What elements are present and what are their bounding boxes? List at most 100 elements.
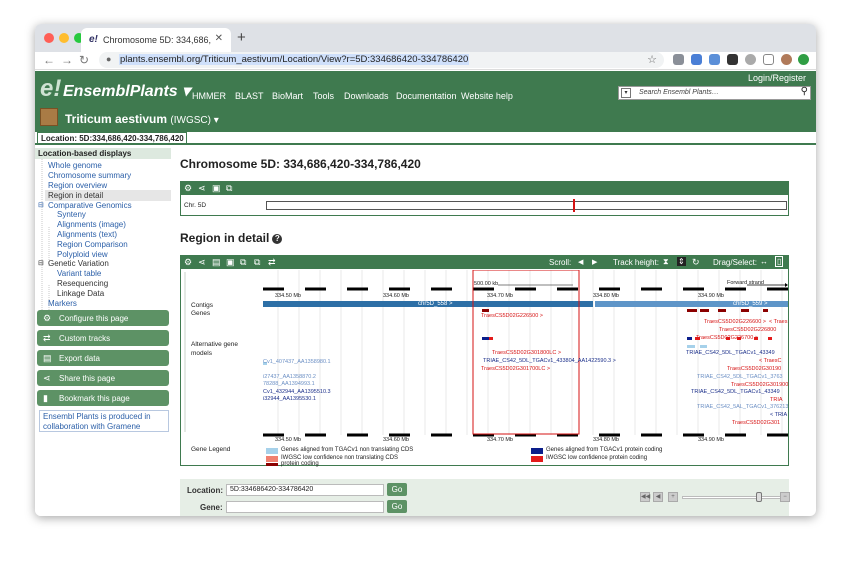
url-text[interactable]: plants.ensembl.org/Triticum_aestivum/Loc… (119, 54, 470, 65)
share-icon[interactable]: ⋖ (198, 257, 206, 268)
new-tab-button[interactable]: + (237, 29, 246, 46)
chromosome-ideogram[interactable] (266, 201, 787, 210)
gene-label[interactable]: TraesCS5D02G301900 (731, 382, 788, 388)
avatar[interactable] (781, 54, 792, 65)
site-search-input[interactable]: ▾ Search Ensembl Plants… ⚲ (618, 86, 811, 100)
sidebar-item-whole-genome[interactable]: Whole genome (48, 161, 102, 170)
location-input[interactable]: 5D:334686420-334786420 (226, 484, 384, 496)
gear-icon[interactable]: ⚙ (184, 257, 192, 268)
gene-label[interactable]: TraesCS5D02G226500 > (481, 313, 543, 319)
zoom-slider-track[interactable] (682, 496, 786, 499)
shield-icon[interactable] (727, 54, 738, 65)
collapse-icon[interactable]: ⊟ (38, 259, 44, 267)
gene-label[interactable]: Cv1_432944_AA1395510.3 (263, 389, 331, 395)
sidebar-item-synteny[interactable]: Synteny (57, 210, 86, 219)
close-tab-icon[interactable]: ✕ (215, 33, 223, 44)
gene-label[interactable]: TraesCS5D02G301800LC > (492, 350, 561, 356)
login-register-link[interactable]: Login/Register (748, 73, 806, 83)
zoom-slider-handle[interactable] (756, 492, 762, 502)
image-export-icon[interactable]: ▣ (212, 183, 221, 194)
jump-start-icon[interactable]: ◀◀ (640, 492, 650, 502)
gene-label[interactable]: i32944_AA1395530.1 (263, 396, 316, 402)
sidebar-item-region-in-detail[interactable]: Region in detail (45, 190, 171, 201)
close-window-button[interactable] (44, 33, 54, 43)
contig-left-label[interactable]: chr5D_558 > (418, 301, 453, 307)
extension-circle-icon[interactable] (745, 54, 756, 65)
gene-label[interactable]: i27437_AA1358870.2 (263, 374, 316, 380)
nav-hmmer[interactable]: HMMER (192, 91, 226, 101)
search-species-dropdown-icon[interactable]: ▾ (621, 88, 631, 98)
gene-go-button[interactable]: Go (387, 500, 407, 513)
back-button[interactable]: ← (43, 53, 55, 67)
nav-tools[interactable]: Tools (313, 91, 334, 101)
minimize-window-button[interactable] (59, 33, 69, 43)
help-icon[interactable]: ? (272, 233, 283, 244)
extension-arrow-icon[interactable] (709, 54, 720, 65)
step-back-icon[interactable]: ◀ (653, 492, 663, 502)
gramene-note-link[interactable]: Ensembl Plants is produced in collaborat… (39, 410, 169, 432)
extension-icon[interactable] (673, 54, 684, 65)
bookmark-page-button[interactable]: ▮ Bookmark this page (37, 390, 169, 406)
species-title[interactable]: Triticum aestivum (IWGSC) ▾ (65, 112, 219, 126)
nav-biomart[interactable]: BioMart (272, 91, 303, 101)
site-logo-text[interactable]: EnsemblPlants ▾ (63, 81, 190, 101)
gene-label[interactable]: < TraesC (759, 358, 781, 364)
nav-website-help[interactable]: Website help (461, 91, 513, 101)
gene-input[interactable] (226, 501, 384, 513)
gene-label[interactable]: TraesCS5D02G30190 (727, 366, 781, 372)
track-height-auto-icon[interactable]: ⧗ (663, 257, 669, 267)
export-icon[interactable]: ▤ (212, 257, 221, 268)
collapse-icon[interactable]: ⊟ (38, 201, 44, 209)
search-icon[interactable]: ⚲ (801, 86, 808, 97)
sidebar-item-markers[interactable]: Markers (48, 299, 77, 308)
zoom-in-icon[interactable]: + (668, 492, 678, 502)
gene-label[interactable]: TRIAE_CS42_5DL_TGACv1_3763 (697, 374, 783, 380)
gene-label[interactable]: TraesCS5D02G226800 (719, 327, 776, 333)
contig-right-label[interactable]: chr5D_559 > (733, 301, 768, 307)
sidebar-item-genetic-variation[interactable]: Genetic Variation (48, 259, 109, 268)
reload-button[interactable]: ↻ (79, 53, 89, 67)
gene-label[interactable]: Cv1_407437_AA1358980.1 (263, 359, 331, 365)
tracks-icon[interactable]: ⧉ (240, 257, 246, 268)
gene-label[interactable]: TRIAE_CS42_5AL_TGACv1_376213 (697, 404, 788, 410)
share-page-button[interactable]: ⋖ Share this page (37, 370, 169, 386)
update-icon[interactable] (798, 54, 809, 65)
sidebar-item-comparative-genomics[interactable]: Comparative Genomics (48, 201, 132, 210)
nav-blast[interactable]: BLAST (235, 91, 264, 101)
gene-label[interactable]: < TRIA (770, 412, 787, 418)
extension-box-icon[interactable] (763, 54, 774, 65)
scroll-left-icon[interactable]: ◀ (578, 258, 583, 266)
tracks-icon[interactable]: ⧉ (226, 183, 232, 194)
address-bar[interactable]: ● plants.ensembl.org/Triticum_aestivum/L… (99, 52, 664, 68)
custom-tracks-button[interactable]: ⇄ Custom tracks (37, 330, 169, 346)
location-go-button[interactable]: Go (387, 483, 407, 496)
image-export-icon[interactable]: ▣ (226, 257, 235, 268)
ensembl-logo-icon[interactable]: e! (40, 75, 61, 103)
scroll-right-icon[interactable]: ▶ (592, 258, 597, 266)
gene-label[interactable]: TRIAE_CS42_5DL_TGACv1_433804_AA1422590.3… (483, 358, 616, 364)
reset-icon[interactable]: ↻ (692, 257, 700, 268)
sidebar-item-variant-table[interactable]: Variant table (57, 269, 101, 278)
sidebar-item-region-overview[interactable]: Region overview (48, 181, 107, 190)
browser-tab[interactable]: e! Chromosome 5D: 334,686,420-334,786,42… (81, 28, 231, 52)
share-icon[interactable]: ⋖ (198, 183, 206, 194)
gene-label[interactable]: TRIAE_CS42_5DL_TGACv1_43349 (691, 389, 780, 395)
sidebar-item-chromosome-summary[interactable]: Chromosome summary (48, 171, 131, 180)
sidebar-item-polyploid-view[interactable]: Polyploid view (57, 250, 108, 259)
zoom-out-icon[interactable]: − (780, 492, 790, 502)
gear-icon[interactable]: ⚙ (184, 183, 192, 194)
gene-label[interactable]: TRIA (770, 397, 783, 403)
gene-label[interactable]: TraesCS5D02G226600 > (704, 319, 766, 325)
drag-mode-icon[interactable]: ↔ (760, 257, 768, 266)
tracks-alt-icon[interactable]: ⧉ (254, 257, 260, 268)
gene-label[interactable]: TRIAE_CS42_5DL_TGACv1_43349 (686, 350, 775, 356)
export-data-button[interactable]: ▤ Export data (37, 350, 169, 366)
translate-icon[interactable] (691, 54, 702, 65)
gene-label[interactable]: TraesCS5D02G301 (732, 420, 780, 426)
nav-downloads[interactable]: Downloads (344, 91, 389, 101)
configure-page-button[interactable]: ⚙ Configure this page (37, 310, 169, 326)
sidebar-item-region-comparison[interactable]: Region Comparison (57, 240, 128, 249)
panel-drag-handle[interactable] (184, 272, 186, 432)
sidebar-item-alignments-text[interactable]: Alignments (text) (57, 230, 117, 239)
select-mode-icon[interactable]: ▯ (775, 256, 784, 267)
